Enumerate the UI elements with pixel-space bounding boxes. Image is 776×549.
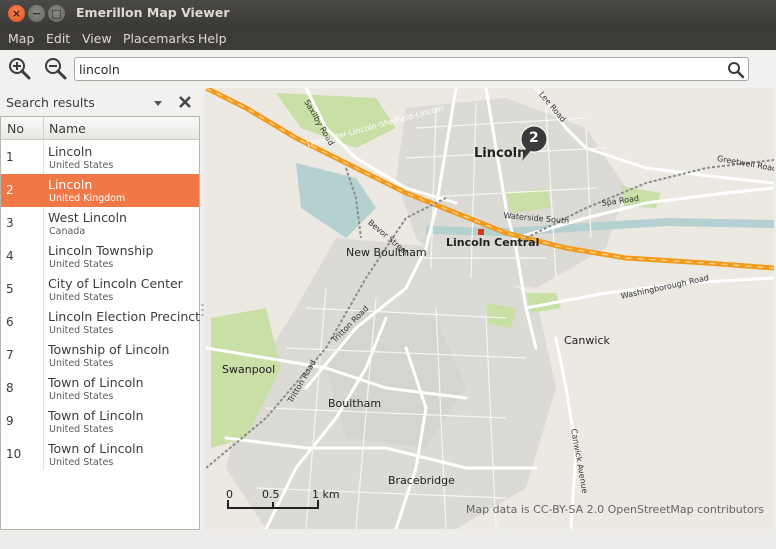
title-bar: × − □ Emerillon Map Viewer — [0, 0, 776, 27]
table-row-selected[interactable]: 2 Lincoln United Kingdom — [1, 174, 199, 207]
table-row[interactable]: 4 Lincoln Township United States — [1, 240, 199, 273]
place-label-boultham[interactable]: Boultham — [328, 397, 381, 410]
table-row[interactable]: 1 Lincoln United States — [1, 141, 199, 174]
scale-label-zero: 0 — [226, 488, 233, 501]
zoom-out-icon — [45, 58, 67, 80]
table-row[interactable]: 10 Town of Lincoln United States — [1, 438, 199, 471]
row-country: United States — [49, 292, 114, 303]
close-icon[interactable] — [178, 95, 192, 109]
row-number: 9 — [6, 414, 14, 428]
pane-resize-handle[interactable] — [201, 303, 204, 317]
search-input-value: lincoln — [79, 62, 120, 77]
row-country: United States — [49, 358, 114, 369]
chevron-down-icon[interactable] — [152, 98, 164, 108]
column-header-name[interactable]: Name — [49, 121, 86, 136]
table-row[interactable]: 3 West Lincoln Canada — [1, 207, 199, 240]
map-attribution: Map data is CC-BY-SA 2.0 OpenStreetMap c… — [465, 503, 764, 516]
zoom-in-button[interactable] — [6, 56, 32, 82]
scale-label-half: 0.5 — [262, 488, 280, 501]
row-country: United States — [49, 325, 114, 336]
row-name: Township of Lincoln — [48, 342, 170, 357]
place-label-new-boultham[interactable]: New Boultham — [346, 246, 427, 259]
place-label-lincoln-central[interactable]: Lincoln Central — [446, 236, 539, 249]
status-bar — [0, 530, 776, 549]
row-number: 2 — [6, 183, 14, 197]
row-name: Town of Lincoln — [48, 375, 144, 390]
place-label-bracebridge[interactable]: Bracebridge — [388, 474, 455, 487]
row-name: Town of Lincoln — [48, 441, 144, 456]
zoom-in-icon — [9, 58, 31, 80]
column-header-no[interactable]: No — [7, 121, 24, 136]
menu-edit[interactable]: Edit — [46, 31, 70, 46]
table-row[interactable]: 8 Town of Lincoln United States — [1, 372, 199, 405]
sidebar: Search results No Name 1 Lincoln United … — [0, 88, 203, 530]
row-country: United Kingdom — [49, 193, 126, 204]
menu-help[interactable]: Help — [198, 31, 227, 46]
row-number: 5 — [6, 282, 14, 296]
row-country: United States — [49, 457, 114, 468]
row-number: 4 — [6, 249, 14, 263]
menu-bar: Map Edit View Placemarks Help — [0, 27, 776, 50]
marker-number: 2 — [529, 130, 539, 146]
table-header: No Name — [1, 117, 199, 140]
menu-placemarks[interactable]: Placemarks — [123, 31, 195, 46]
row-number: 7 — [6, 348, 14, 362]
minimize-window-button[interactable]: − — [28, 5, 45, 22]
row-country: United States — [49, 391, 114, 402]
window-title: Emerillon Map Viewer — [76, 5, 230, 20]
row-number: 1 — [6, 150, 14, 164]
map-view[interactable]: Saxilby Road Lee Road Greetwell Road Spa… — [206, 88, 774, 529]
placemark-marker[interactable]: 2 — [518, 125, 550, 163]
row-country: United States — [49, 160, 114, 171]
table-row[interactable]: 5 City of Lincoln Center United States — [1, 273, 199, 306]
map-scale: 0 0.5 1 km — [226, 488, 346, 518]
results-table: No Name 1 Lincoln United States 2 Lincol… — [0, 116, 200, 530]
row-name: Lincoln Election Precinct — [48, 309, 201, 324]
scale-label-one: 1 km — [312, 488, 340, 501]
zoom-out-button[interactable] — [42, 56, 68, 82]
table-row[interactable]: 6 Lincoln Election Precinct United State… — [1, 306, 201, 339]
place-label-canwick[interactable]: Canwick — [564, 334, 610, 347]
search-icon[interactable] — [726, 60, 745, 79]
row-name: Lincoln — [48, 177, 93, 192]
row-name: West Lincoln — [48, 210, 127, 225]
table-row[interactable]: 7 Township of Lincoln United States — [1, 339, 199, 372]
row-name: Town of Lincoln — [48, 408, 144, 423]
search-results-header: Search results — [6, 95, 95, 110]
row-number: 6 — [6, 315, 14, 329]
close-window-button[interactable]: × — [8, 5, 25, 22]
row-country: United States — [49, 424, 114, 435]
row-name: City of Lincoln Center — [48, 276, 183, 291]
row-name: Lincoln — [48, 144, 93, 159]
row-number: 10 — [6, 447, 22, 461]
row-number: 8 — [6, 381, 14, 395]
column-divider — [43, 117, 44, 140]
menu-map[interactable]: Map — [8, 31, 34, 46]
row-country: United States — [49, 259, 114, 270]
search-input[interactable]: lincoln — [74, 57, 749, 81]
maximize-window-button[interactable]: □ — [48, 5, 65, 22]
table-row[interactable]: 9 Town of Lincoln United States — [1, 405, 199, 438]
place-label-swanpool[interactable]: Swanpool — [222, 363, 275, 376]
row-name: Lincoln Township — [48, 243, 154, 258]
row-country: Canada — [49, 226, 86, 237]
menu-view[interactable]: View — [82, 31, 112, 46]
row-number: 3 — [6, 216, 14, 230]
